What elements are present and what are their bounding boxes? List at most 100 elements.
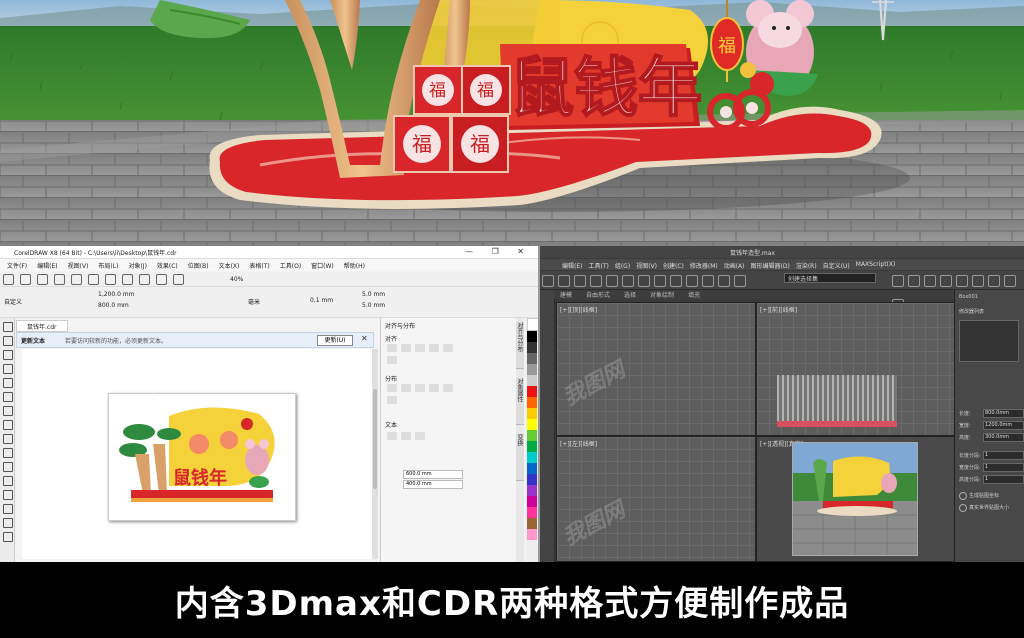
param-length-value[interactable]: 800.0mm [983, 409, 1024, 418]
undo-icon[interactable] [122, 274, 133, 285]
distribute-top-icon[interactable] [429, 384, 439, 392]
rendered-frame-icon[interactable] [924, 275, 936, 287]
swatch[interactable] [527, 419, 537, 430]
swatch[interactable] [527, 331, 537, 342]
render-setup-icon[interactable] [908, 275, 920, 287]
viewport-left-label[interactable]: [+][左][线框] [560, 439, 597, 448]
max-menu-views[interactable]: 视图(V) [636, 259, 657, 270]
close-icon[interactable]: ✕ [361, 334, 368, 343]
named-selection-set[interactable]: 创建选择集 [784, 273, 876, 283]
pick-tool-icon[interactable] [3, 322, 13, 332]
docker-tab-properties[interactable]: 对象属性 [516, 378, 524, 425]
align-middle-icon[interactable] [443, 344, 453, 352]
distribute-bottom-icon[interactable] [387, 396, 397, 404]
duplicate-x[interactable]: 5.0 mm [362, 291, 385, 298]
unlink-icon[interactable] [590, 275, 602, 287]
layer-manager-icon[interactable] [988, 275, 1000, 287]
text-align-baseline-icon[interactable] [415, 432, 425, 440]
mirror-icon[interactable] [718, 275, 730, 287]
menu-bitmaps[interactable]: 位图(B) [185, 259, 212, 271]
align-center-icon[interactable] [401, 344, 411, 352]
menu-effects[interactable]: 效果(C) [154, 259, 181, 271]
duplicate-y[interactable]: 5.0 mm [362, 302, 385, 309]
cut-icon[interactable] [71, 274, 82, 285]
y-position-field[interactable]: 400.0 mm [403, 480, 463, 489]
print-icon[interactable] [54, 274, 65, 285]
viewport-top[interactable]: [+][顶][线框] [556, 302, 756, 436]
crop-tool-icon[interactable] [3, 350, 13, 360]
artistic-media-icon[interactable] [3, 392, 13, 402]
swatch[interactable] [527, 496, 537, 507]
rotate-icon[interactable] [654, 275, 666, 287]
transparency-tool-icon[interactable] [3, 504, 13, 514]
menu-layout[interactable]: 布局(L) [95, 259, 121, 271]
align-top-icon[interactable] [429, 344, 439, 352]
update-button[interactable]: 更新(U) [317, 335, 353, 346]
units-select[interactable]: 毫米 [248, 297, 260, 306]
distribute-center-icon[interactable] [401, 384, 411, 392]
swatch[interactable] [527, 485, 537, 496]
param-width-segs-value[interactable]: 1 [983, 463, 1024, 472]
param-length-segs-value[interactable]: 1 [983, 451, 1024, 460]
viewport-top-label[interactable]: [+][顶][线框] [560, 305, 597, 314]
ribbon-tab-object-paint[interactable]: 对象绘制 [650, 290, 674, 299]
polygon-tool-icon[interactable] [3, 434, 13, 444]
vertical-scrollbar[interactable] [372, 349, 378, 559]
select-icon[interactable] [606, 275, 618, 287]
rectangle-tool-icon[interactable] [3, 406, 13, 416]
paste-icon[interactable] [105, 274, 116, 285]
zoom-level[interactable]: 40% [230, 276, 243, 283]
max-menu-customize[interactable]: 自定义(U) [823, 259, 850, 270]
gen-mapping-checkbox[interactable] [959, 492, 967, 500]
document-tab[interactable]: 鼠钱年.cdr [16, 320, 68, 332]
max-menu-graph-editors[interactable]: 图形编辑器(D) [751, 259, 790, 270]
distribute-middle-icon[interactable] [443, 384, 453, 392]
max-menu-create[interactable]: 创建(C) [663, 259, 684, 270]
max-menu-tools[interactable]: 工具(T) [588, 259, 608, 270]
parallel-dimension-icon[interactable] [3, 462, 13, 472]
connector-tool-icon[interactable] [3, 476, 13, 486]
max-menu-modifiers[interactable]: 修改器(M) [690, 259, 718, 270]
max-menu-animation[interactable]: 动画(A) [724, 259, 745, 270]
distribute-left-icon[interactable] [387, 384, 397, 392]
zoom-tool-icon[interactable] [3, 364, 13, 374]
undo-icon[interactable] [542, 275, 554, 287]
drawing-canvas[interactable]: 鼠钱年 [22, 349, 372, 559]
redo-icon[interactable] [558, 275, 570, 287]
distribute-right-icon[interactable] [415, 384, 425, 392]
move-icon[interactable] [638, 275, 650, 287]
text-align-first-icon[interactable] [387, 432, 397, 440]
swatch[interactable] [527, 353, 537, 364]
swatch[interactable] [527, 397, 537, 408]
swatch[interactable] [527, 375, 537, 386]
swatch[interactable] [527, 441, 537, 452]
max-menu-maxscript[interactable]: MAXScript(X) [856, 259, 896, 270]
swatch[interactable] [527, 507, 537, 518]
material-editor-icon[interactable] [892, 275, 904, 287]
swatch[interactable] [527, 452, 537, 463]
text-align-last-icon[interactable] [401, 432, 411, 440]
menu-window[interactable]: 窗口(W) [308, 259, 337, 271]
ribbon-tab-modeling[interactable]: 建模 [560, 290, 572, 299]
link-icon[interactable] [574, 275, 586, 287]
modifier-stack[interactable] [959, 320, 1019, 362]
menu-tools[interactable]: 工具(O) [277, 259, 304, 271]
swatch[interactable] [527, 364, 537, 375]
export-icon[interactable] [173, 274, 184, 285]
viewport-front-label[interactable]: [+][前][线框] [760, 305, 797, 314]
ellipse-tool-icon[interactable] [3, 420, 13, 430]
open-icon[interactable] [20, 274, 31, 285]
real-world-map-checkbox[interactable] [959, 504, 967, 512]
ribbon-tab-populate[interactable]: 填充 [688, 290, 700, 299]
param-width-value[interactable]: 1200.0mm [983, 421, 1024, 430]
ribbon-tab-freeform[interactable]: 自由形式 [586, 290, 610, 299]
import-icon[interactable] [156, 274, 167, 285]
menu-file[interactable]: 文件(F) [4, 259, 30, 271]
curve-editor-icon[interactable] [956, 275, 968, 287]
menu-help[interactable]: 帮助(H) [341, 259, 368, 271]
text-tool-icon[interactable] [3, 448, 13, 458]
drawing-page[interactable]: 鼠钱年 [108, 393, 296, 521]
page-width[interactable]: 1,200.0 mm [98, 291, 135, 298]
swatch[interactable] [527, 529, 537, 540]
swatch[interactable] [527, 518, 537, 529]
